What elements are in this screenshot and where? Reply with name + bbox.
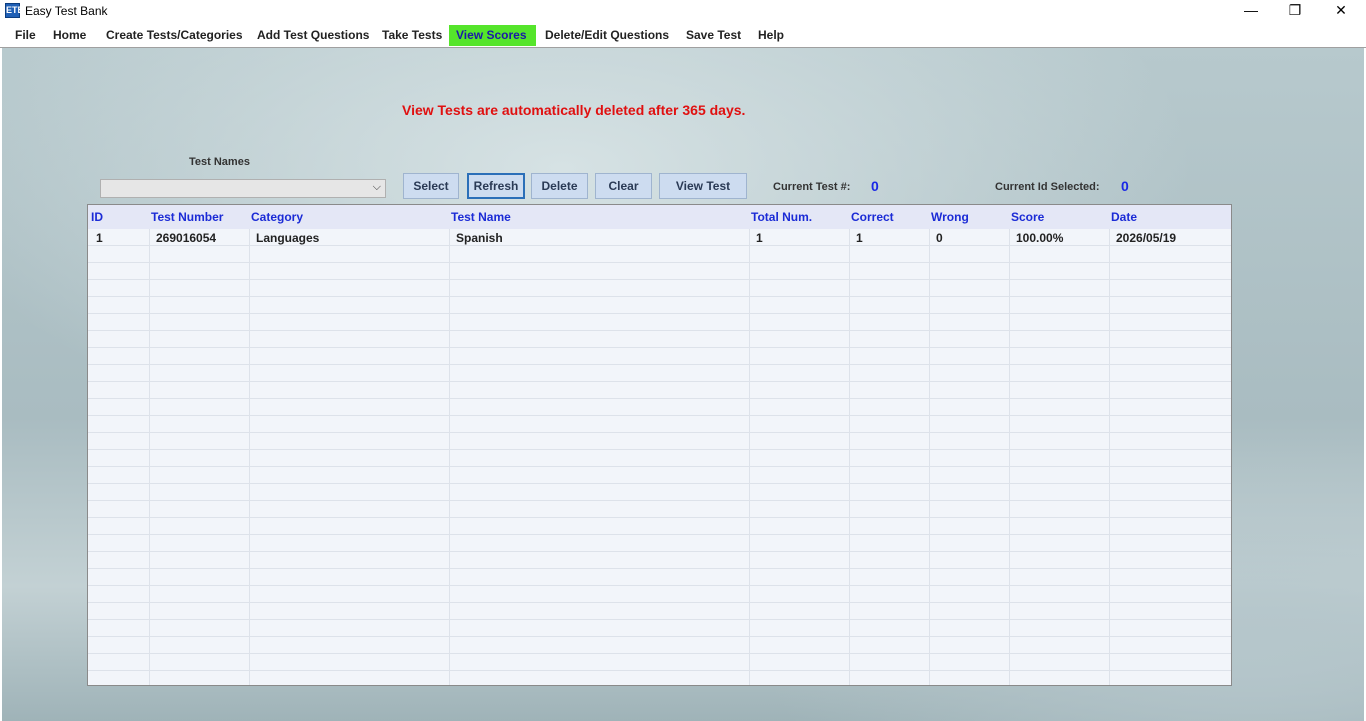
test-names-dropdown[interactable]: ⌵ [100,179,386,198]
window-title: Easy Test Bank [25,4,108,18]
column-header[interactable]: ID [91,210,103,224]
menu-file[interactable]: File [8,25,43,46]
select-button[interactable]: Select [403,173,459,199]
scores-grid[interactable]: ID Test Number Category Test Name Total … [87,204,1232,686]
main-panel: View Tests are automatically deleted aft… [2,48,1364,721]
empty-row [88,399,1231,416]
app-icon: ETB [5,3,24,18]
empty-row [88,518,1231,535]
restore-button[interactable]: ❐ [1272,0,1318,22]
empty-row [88,654,1231,671]
current-id-label: Current Id Selected: [995,181,1100,193]
empty-row [88,569,1231,586]
test-names-label: Test Names [189,156,250,168]
empty-row [88,484,1231,501]
title-bar: ETB Easy Test Bank — ❐ ✕ [0,0,1366,22]
cell-category: Languages [256,231,320,245]
empty-row [88,382,1231,399]
column-header[interactable]: Total Num. [751,210,812,224]
empty-row [88,263,1231,280]
menu-view-scores[interactable]: View Scores [449,25,536,46]
menu-home[interactable]: Home [46,25,93,46]
cell-total: 1 [756,231,763,245]
menu-help[interactable]: Help [751,25,791,46]
empty-row [88,314,1231,331]
clear-button[interactable]: Clear [595,173,652,199]
empty-row [88,433,1231,450]
column-header[interactable]: Correct [851,210,894,224]
chevron-down-icon[interactable]: ⌵ [373,181,381,194]
empty-row [88,348,1231,365]
empty-row [88,501,1231,518]
grid-header: ID Test Number Category Test Name Total … [88,205,1231,229]
cell-date: 2026/05/19 [1116,231,1177,245]
empty-row [88,467,1231,484]
empty-row [88,552,1231,569]
empty-row [88,535,1231,552]
deletion-notice: View Tests are automatically deleted aft… [402,102,746,118]
empty-row [88,671,1231,685]
empty-row [88,637,1231,654]
menu-take-tests[interactable]: Take Tests [375,25,449,46]
column-header[interactable]: Category [251,210,303,224]
empty-row [88,603,1231,620]
menu-add-test-questions[interactable]: Add Test Questions [250,25,376,46]
empty-row [88,620,1231,637]
empty-row [88,246,1231,263]
delete-button[interactable]: Delete [531,173,588,199]
table-row[interactable]: 1 269016054 Languages Spanish 1 1 0 100.… [88,229,1231,246]
empty-row [88,365,1231,382]
current-test-label: Current Test #: [773,181,851,193]
empty-row [88,331,1231,348]
column-header[interactable]: Wrong [931,210,969,224]
menu-delete-edit-questions[interactable]: Delete/Edit Questions [538,25,676,46]
menu-save-test[interactable]: Save Test [679,25,748,46]
empty-row [88,450,1231,467]
current-test-value: 0 [871,178,879,194]
cell-test-number: 269016054 [156,231,217,245]
cell-wrong: 0 [936,231,943,245]
column-header[interactable]: Date [1111,210,1137,224]
view-test-button[interactable]: View Test [659,173,747,199]
empty-row [88,297,1231,314]
column-header[interactable]: Test Name [451,210,511,224]
menu-create-tests[interactable]: Create Tests/Categories [99,25,250,46]
empty-row [88,280,1231,297]
empty-row [88,416,1231,433]
minimize-button[interactable]: — [1228,0,1274,22]
cell-score: 100.00% [1016,231,1064,245]
current-id-value: 0 [1121,178,1129,194]
menu-bar: File Home Create Tests/Categories Add Te… [0,23,1366,48]
column-header[interactable]: Score [1011,210,1044,224]
cell-id: 1 [96,231,103,245]
cell-correct: 1 [856,231,863,245]
close-button[interactable]: ✕ [1318,0,1364,22]
empty-row [88,586,1231,603]
column-header[interactable]: Test Number [151,210,223,224]
refresh-button[interactable]: Refresh [467,173,525,199]
cell-test-name: Spanish [456,231,503,245]
